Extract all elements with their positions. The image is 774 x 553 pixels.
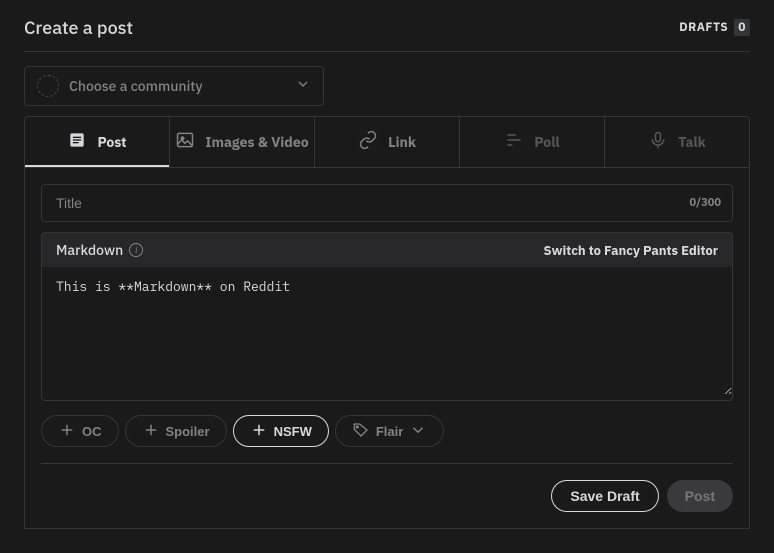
- tab-link-label: Link: [388, 133, 416, 151]
- info-icon[interactable]: i: [129, 243, 143, 257]
- save-draft-button[interactable]: Save Draft: [551, 480, 658, 512]
- chevron-down-icon: [295, 76, 311, 97]
- community-placeholder: Choose a community: [69, 77, 203, 95]
- tab-talk-label: Talk: [678, 133, 705, 151]
- tab-poll-label: Poll: [534, 133, 559, 151]
- spoiler-label: Spoiler: [166, 424, 210, 439]
- title-counter: 0/300: [690, 196, 721, 210]
- flair-label: Flair: [376, 424, 403, 439]
- tab-poll: Poll: [460, 117, 605, 167]
- tab-images-label: Images & Video: [205, 133, 308, 151]
- title-input[interactable]: [41, 184, 733, 222]
- drafts-count-badge: 0: [734, 19, 750, 36]
- page-title: Create a post: [24, 16, 133, 39]
- body-textarea[interactable]: [42, 267, 732, 395]
- spoiler-tag-button: Spoiler: [125, 415, 227, 447]
- community-select[interactable]: Choose a community: [24, 66, 324, 106]
- tab-post-label: Post: [97, 133, 126, 151]
- nsfw-label: NSFW: [274, 424, 312, 439]
- switch-editor-button[interactable]: Switch to Fancy Pants Editor: [544, 242, 719, 259]
- plus-icon: [250, 421, 268, 442]
- microphone-icon: [648, 130, 668, 154]
- chevron-down-icon: [409, 421, 427, 442]
- image-icon: [175, 130, 195, 154]
- plus-icon: [142, 421, 160, 442]
- post-icon: [67, 130, 87, 154]
- community-avatar-placeholder: [37, 75, 59, 97]
- oc-label: OC: [82, 424, 102, 439]
- poll-icon: [504, 130, 524, 154]
- plus-icon: [58, 421, 76, 442]
- post-button: Post: [667, 480, 733, 512]
- drafts-label: DRAFTS: [679, 20, 728, 35]
- nsfw-tag-button[interactable]: NSFW: [233, 415, 329, 447]
- flair-tag-button: Flair: [335, 415, 444, 447]
- tab-talk: Talk: [605, 117, 749, 167]
- oc-tag-button: OC: [41, 415, 119, 447]
- link-icon: [358, 130, 378, 154]
- drafts-button[interactable]: DRAFTS 0: [679, 19, 750, 36]
- tab-images[interactable]: Images & Video: [170, 117, 315, 167]
- tab-link[interactable]: Link: [315, 117, 460, 167]
- editor-mode-label: Markdown: [56, 241, 123, 259]
- tab-post[interactable]: Post: [25, 117, 170, 167]
- tag-icon: [352, 421, 370, 442]
